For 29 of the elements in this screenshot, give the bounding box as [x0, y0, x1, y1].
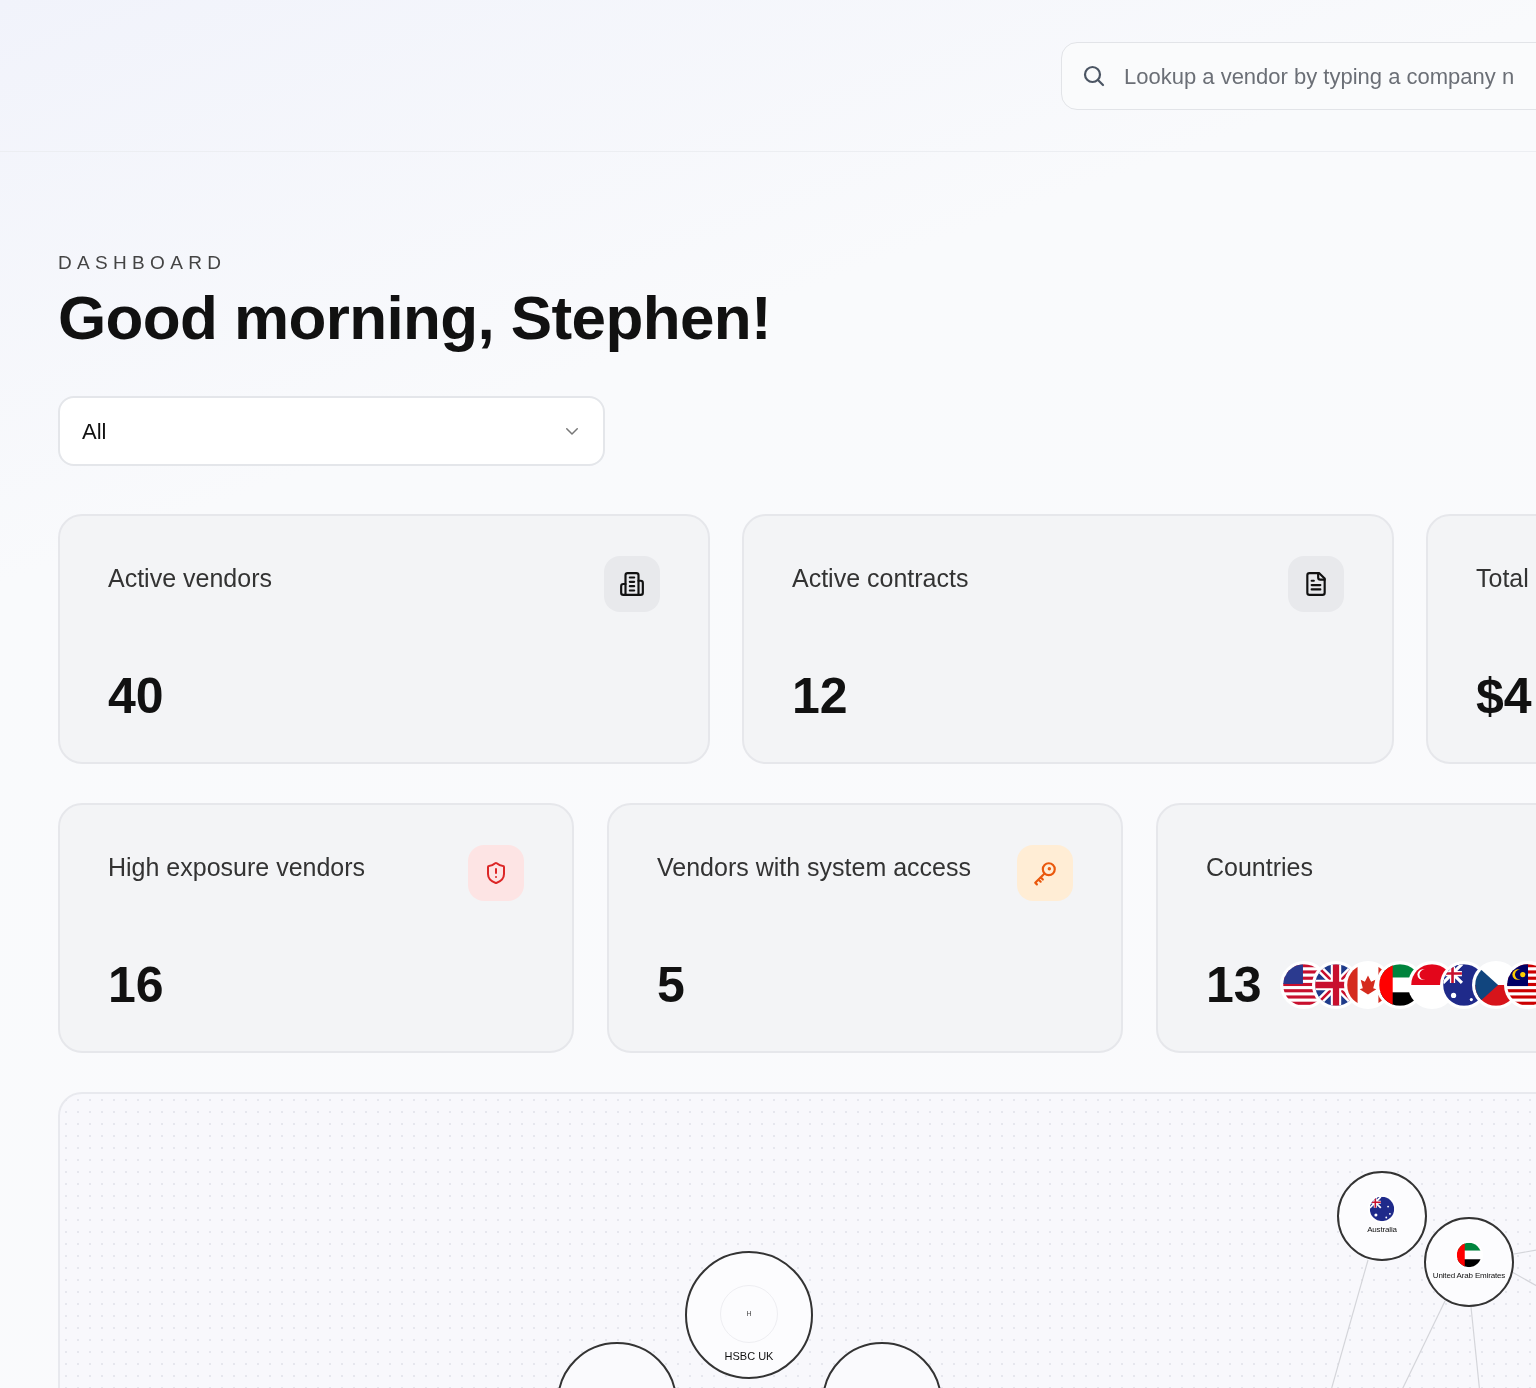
stat-value: 40: [108, 668, 164, 724]
stat-value: 13: [1206, 957, 1262, 1013]
shield-alert-icon: [468, 845, 524, 901]
search-icon: [1082, 64, 1106, 88]
flag-icon: [1368, 1195, 1396, 1223]
stat-label: Active vendors: [108, 563, 272, 594]
stat-label: Active contracts: [792, 563, 969, 594]
filter-dropdown[interactable]: All: [58, 396, 605, 466]
graph-node[interactable]: United Arab Emirates: [1424, 1217, 1514, 1307]
stat-label: Total: [1476, 563, 1529, 594]
graph-node[interactable]: Australia: [1337, 1171, 1427, 1261]
document-icon: [1288, 556, 1344, 612]
page-title: Good morning, Stephen!: [58, 282, 772, 354]
node-label: HSBC UK: [724, 1349, 774, 1364]
stat-value: $4: [1476, 668, 1532, 724]
stat-label: High exposure vendors: [108, 852, 366, 883]
stat-value: 16: [108, 957, 164, 1013]
node-label: United Arab Emirates: [1432, 1270, 1506, 1282]
flag-icon: [1455, 1241, 1483, 1269]
stat-value: 12: [792, 668, 848, 724]
key-icon: [1017, 845, 1073, 901]
stat-label: Vendors with system access: [657, 852, 971, 883]
building-icon: [604, 556, 660, 612]
node-label: Australia: [1367, 1224, 1397, 1236]
search-field[interactable]: Lookup a vendor by typing a company n: [1124, 59, 1536, 93]
search-field[interactable]: Lookup a vendor by typing a company n: [1061, 42, 1536, 110]
stat-label: Countries: [1206, 852, 1313, 883]
stat-value: 5: [657, 957, 685, 1013]
page-eyebrow: DASHBOARD: [58, 252, 227, 274]
